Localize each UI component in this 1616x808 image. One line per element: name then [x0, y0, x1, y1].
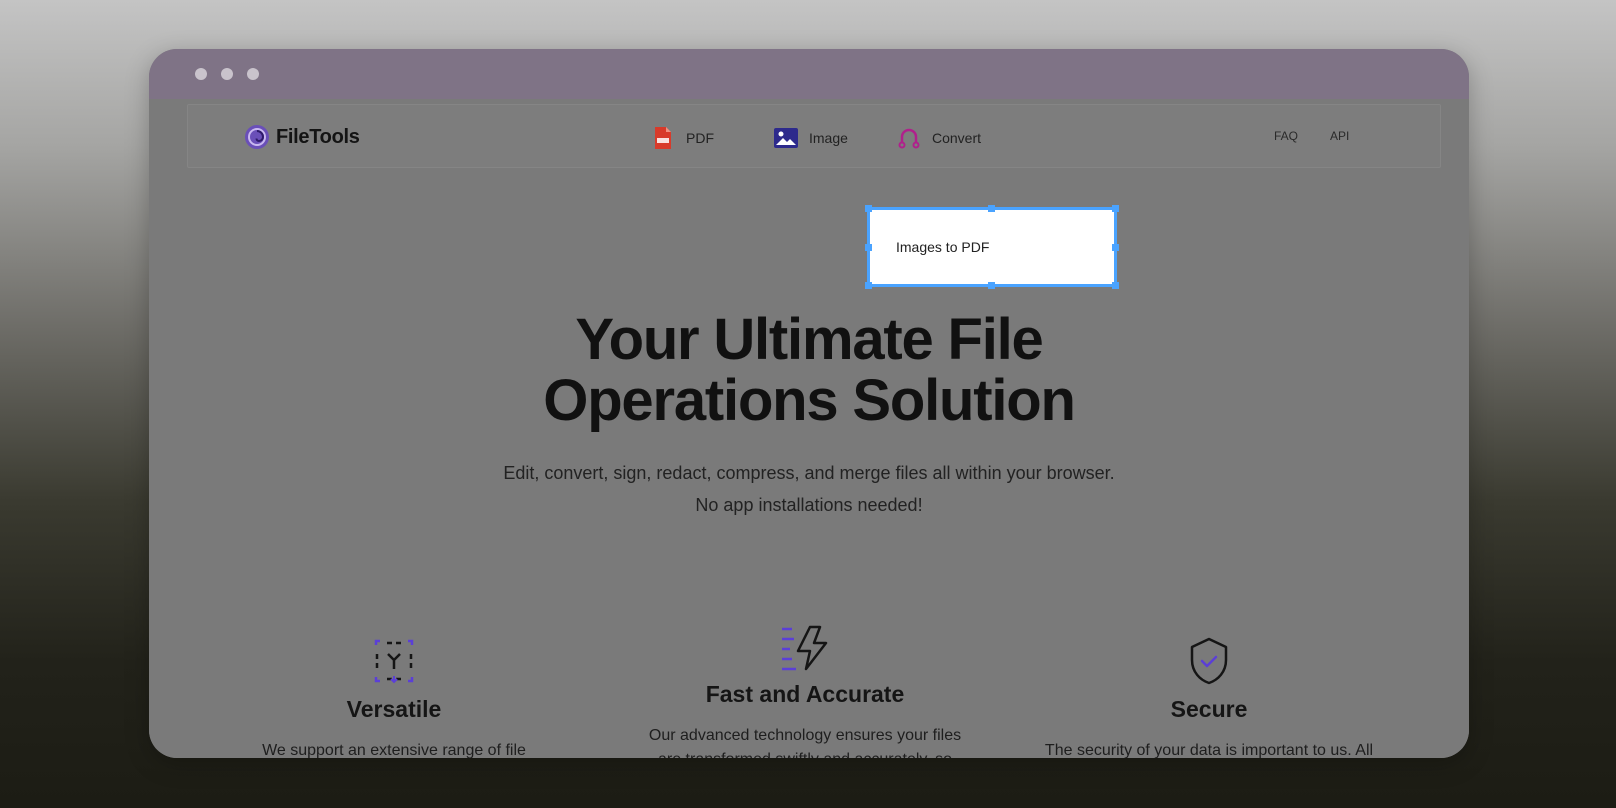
selection-handle — [865, 244, 872, 251]
selection-handle — [988, 205, 995, 212]
brand-name: FileTools — [276, 125, 360, 148]
faq-link[interactable]: FAQ — [1274, 129, 1298, 143]
maximize-dot[interactable] — [247, 68, 259, 80]
pdf-file-icon — [655, 127, 671, 149]
nav-item-label: Image — [809, 130, 848, 146]
nav-item-convert[interactable]: Convert — [896, 125, 981, 151]
api-link[interactable]: API — [1330, 129, 1349, 143]
image-icon — [774, 128, 798, 148]
hero-title-line-2: Operations Solution — [543, 368, 1076, 433]
convert-icon — [898, 128, 920, 149]
brand[interactable]: FileTools — [244, 124, 360, 150]
dropdown-item-images-to-pdf[interactable]: Images to PDF — [896, 239, 989, 255]
feature-text: Our advanced technology ensures your fil… — [648, 727, 962, 758]
feature-title: Fast and Accurate — [705, 681, 905, 707]
nav-item-label: PDF — [686, 130, 714, 146]
feature-title: Versatile — [346, 696, 442, 722]
hero-subtitle: Edit, convert, sign, redact, compress, a… — [503, 463, 1115, 515]
selection-handle — [1112, 282, 1119, 289]
versatile-icon — [374, 639, 414, 684]
page-content: FileTools PDF Image Convert FAQ API Imag… — [149, 99, 1469, 758]
hero-title-line-1: Your Ultimate File — [575, 307, 1043, 372]
hero-title: Your Ultimate File Operations Solution — [149, 309, 1469, 431]
navbar: FileTools PDF Image Convert FAQ API — [187, 104, 1441, 168]
lightning-icon — [782, 625, 828, 671]
feature-title: Secure — [1170, 696, 1248, 722]
nav-item-image[interactable]: Image — [773, 125, 848, 151]
feature-text: The security of your data is important t… — [1044, 742, 1374, 758]
close-dot[interactable] — [195, 68, 207, 80]
shield-check-icon — [1190, 637, 1228, 685]
selection-handle — [988, 282, 995, 289]
nav-item-label: Convert — [932, 130, 982, 146]
feature-versatile: Versatile We support an extensive range … — [249, 636, 539, 758]
nav-item-pdf[interactable]: PDF — [650, 125, 714, 151]
selection-handle — [865, 205, 872, 212]
selection-handle — [1112, 244, 1119, 251]
convert-dropdown-menu: Images to PDF — [865, 205, 1119, 289]
minimize-dot[interactable] — [221, 68, 233, 80]
feature-secure: Secure The security of your data is impo… — [1039, 636, 1379, 758]
selection-handle — [865, 282, 872, 289]
title-bar — [149, 49, 1469, 99]
feature-text: We support an extensive range of file fo… — [262, 742, 526, 758]
feature-fast-and-accurate: Fast and Accurate Our advanced technolog… — [645, 625, 965, 758]
selection-handle — [1112, 205, 1119, 212]
filetools-logo-icon — [245, 125, 269, 149]
browser-window: FileTools PDF Image Convert FAQ API Imag… — [149, 49, 1469, 758]
